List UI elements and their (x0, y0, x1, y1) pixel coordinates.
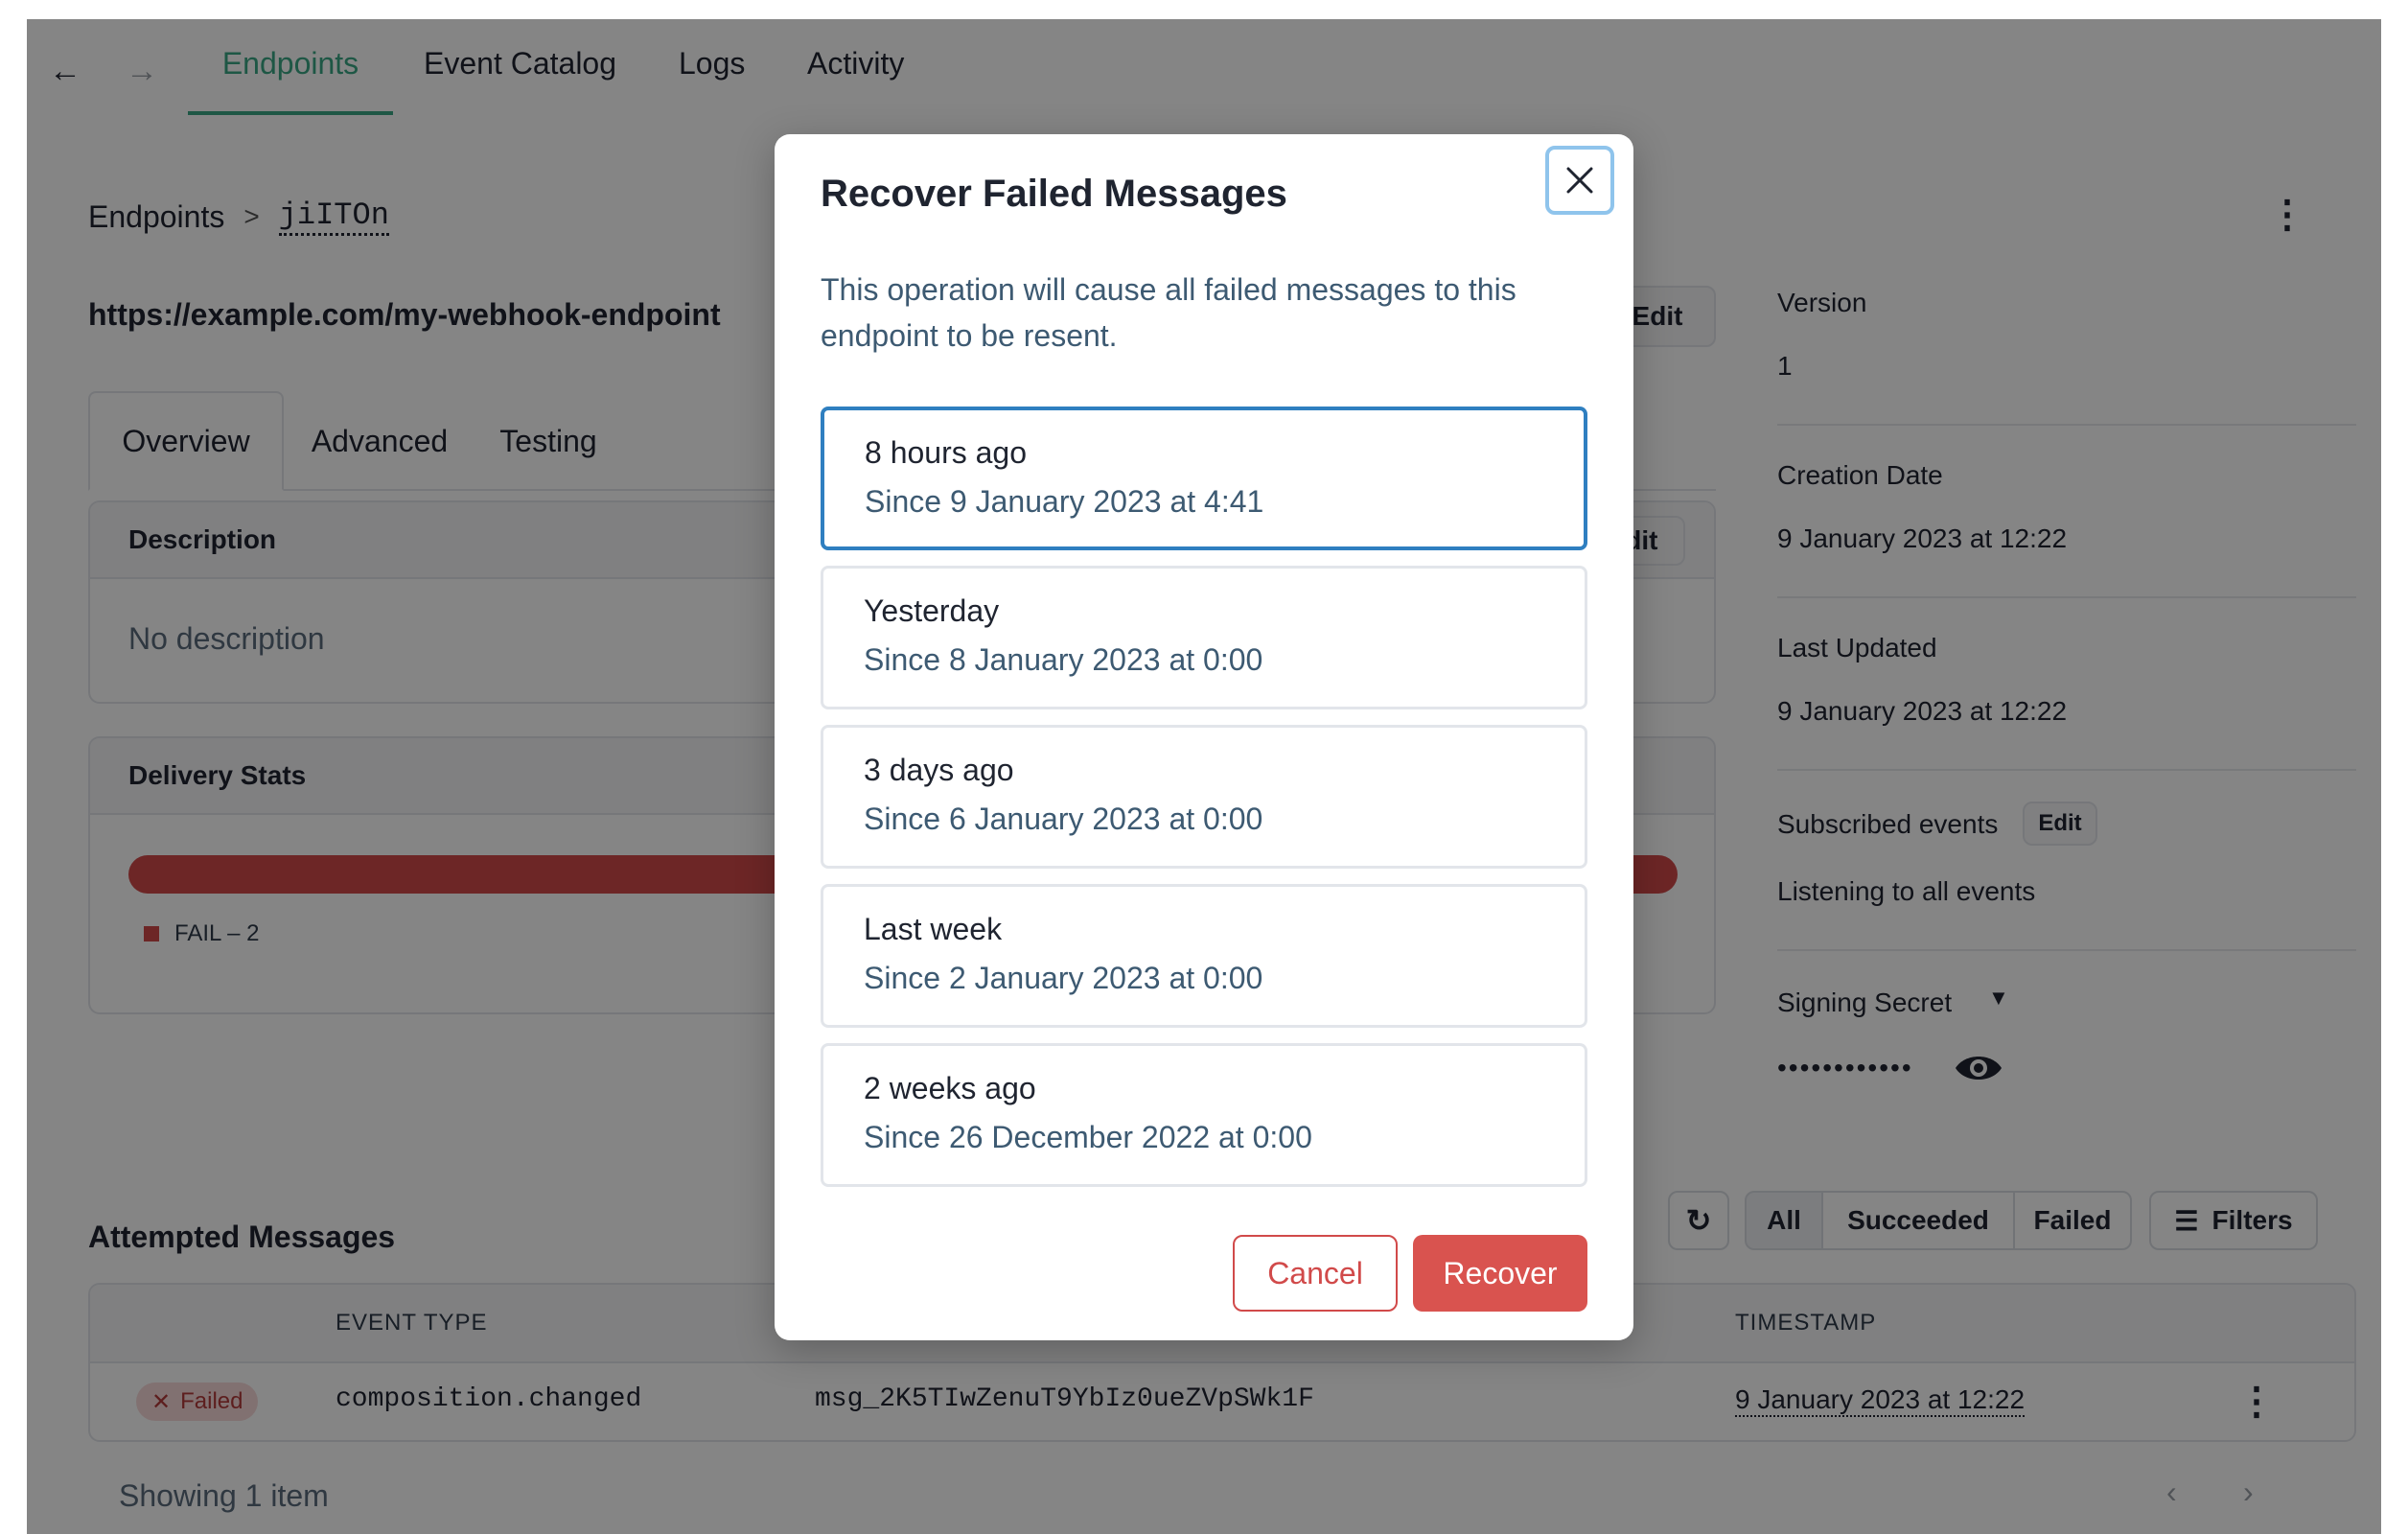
modal-description: This operation will cause all failed mes… (821, 272, 1517, 353)
recover-modal: Recover Failed Messages This operation w… (775, 134, 1633, 1340)
option-subtitle: Since 9 January 2023 at 4:41 (865, 484, 1264, 519)
option-title: Yesterday (864, 593, 1000, 628)
option-3-days-ago[interactable]: 3 days ago Since 6 January 2023 at 0:00 (821, 725, 1587, 869)
cancel-button[interactable]: Cancel (1233, 1235, 1398, 1312)
option-yesterday[interactable]: Yesterday Since 8 January 2023 at 0:00 (821, 566, 1587, 709)
option-subtitle: Since 26 December 2022 at 0:00 (864, 1120, 1312, 1154)
option-subtitle: Since 8 January 2023 at 0:00 (864, 642, 1263, 677)
close-button[interactable] (1545, 146, 1614, 215)
option-last-week[interactable]: Last week Since 2 January 2023 at 0:00 (821, 884, 1587, 1028)
option-subtitle: Since 2 January 2023 at 0:00 (864, 961, 1263, 995)
option-title: 8 hours ago (865, 435, 1028, 470)
option-subtitle: Since 6 January 2023 at 0:00 (864, 802, 1263, 836)
option-title: Last week (864, 912, 1003, 946)
option-title: 3 days ago (864, 753, 1014, 787)
recover-button[interactable]: Recover (1413, 1235, 1587, 1312)
modal-title: Recover Failed Messages (821, 173, 1287, 215)
option-2-weeks-ago[interactable]: 2 weeks ago Since 26 December 2022 at 0:… (821, 1043, 1587, 1187)
option-title: 2 weeks ago (864, 1071, 1036, 1105)
option-8-hours-ago[interactable]: 8 hours ago Since 9 January 2023 at 4:41 (821, 407, 1587, 550)
close-icon (1566, 167, 1593, 194)
